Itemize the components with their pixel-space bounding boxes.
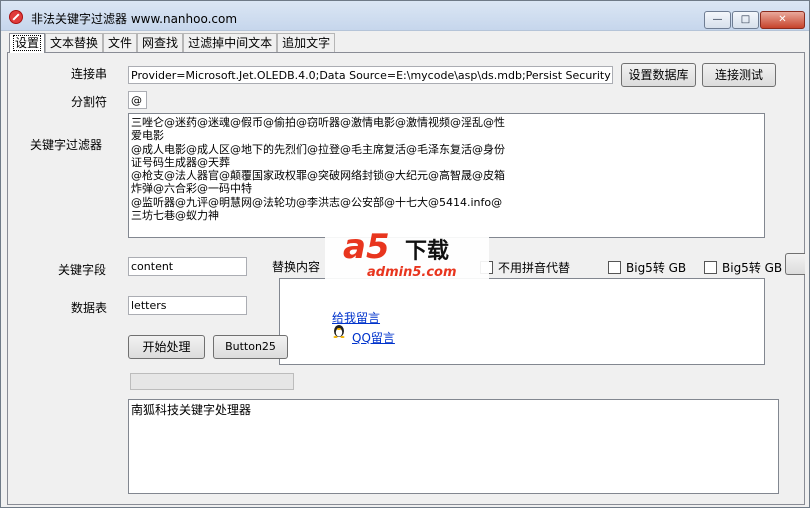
clipped-button[interactable]: [785, 253, 805, 275]
set-database-button[interactable]: 设置数据库: [621, 63, 696, 87]
keyword-line: @监听器@九评@明慧网@法轮功@李洪志@公安部@十七大@5414.info@: [131, 195, 503, 209]
watermark-logo: a5: [343, 227, 390, 267]
data-table-input[interactable]: letters: [128, 296, 247, 315]
tab-strip: 设置 文本替换 文件 网查找 过滤掉中间文本 追加文字: [9, 33, 336, 53]
big5-to-gb-label-1: Big5转 GB: [626, 261, 687, 275]
keyword-line: 炸弹@六合彩@一码中特: [131, 182, 252, 196]
output-text: 南狐科技关键字处理器: [131, 403, 252, 417]
penguin-icon: [333, 325, 345, 338]
tab-text-replace[interactable]: 文本替换: [45, 33, 104, 52]
minimize-button[interactable]: —: [704, 11, 731, 29]
no-pinyin-checkbox[interactable]: 不用拼音代替: [480, 259, 570, 276]
tab-file[interactable]: 文件: [103, 33, 138, 52]
keyword-filter-textarea[interactable]: 三唑仑@迷药@迷魂@假币@偷拍@窃听器@激情电影@激情视频@淫乱@性 爱电影 @…: [128, 113, 765, 238]
app-icon: [9, 10, 23, 24]
close-button[interactable]: ✕: [760, 11, 805, 29]
connection-string-input[interactable]: Provider=Microsoft.Jet.OLEDB.4.0;Data So…: [128, 66, 613, 84]
button25[interactable]: Button25: [213, 335, 288, 359]
no-pinyin-label: 不用拼音代替: [498, 261, 571, 275]
replace-content-label: 替换内容: [272, 260, 321, 274]
qq-message-link[interactable]: QQ留言: [352, 329, 395, 346]
separator-label: 分割符: [71, 95, 108, 109]
start-processing-button[interactable]: 开始处理: [128, 335, 205, 359]
output-textarea[interactable]: 南狐科技关键字处理器: [128, 399, 779, 494]
data-table-label: 数据表: [71, 301, 108, 315]
keyword-filter-label: 关键字过滤器: [30, 138, 103, 152]
big5-to-gb-checkbox-2[interactable]: Big5转 GB: [704, 259, 782, 276]
checkbox-box[interactable]: [704, 261, 717, 274]
tab-append-text[interactable]: 追加文字: [277, 33, 336, 52]
big5-to-gb-checkbox-1[interactable]: Big5转 GB: [608, 259, 686, 276]
window-title: 非法关键字过滤器 www.nanhoo.com: [31, 12, 238, 26]
progress-bar: [130, 373, 294, 390]
app-window: 非法关键字过滤器 www.nanhoo.com — □ ✕ 设置 文本替换 文件…: [0, 0, 810, 508]
keyword-line: 三坊七巷@蚁力神: [131, 209, 219, 223]
connection-label: 连接串: [71, 67, 108, 81]
checkbox-box[interactable]: [608, 261, 621, 274]
keyword-line: 爱电影: [131, 129, 164, 143]
keyword-line: @成人电影@成人区@地下的先烈们@拉登@毛主席复活@毛泽东复活@身份: [131, 142, 505, 156]
watermark: a5 下载 admin5.com: [325, 225, 489, 287]
maximize-button[interactable]: □: [732, 11, 759, 29]
keyword-field-label: 关键字段: [58, 263, 107, 277]
keyword-field-input[interactable]: content: [128, 257, 247, 276]
keyword-line: 证号码生成器@天葬: [131, 155, 230, 169]
keyword-line: 三唑仑@迷药@迷魂@假币@偷拍@窃听器@激情电影@激情视频@淫乱@性: [131, 116, 505, 129]
separator-input[interactable]: @: [128, 91, 147, 109]
watermark-site: admin5.com: [367, 265, 457, 280]
watermark-xz: 下载: [405, 239, 450, 264]
tab-web-search[interactable]: 网查找: [137, 33, 184, 52]
big5-to-gb-label-2: Big5转 GB: [722, 261, 783, 275]
title-bar: 非法关键字过滤器 www.nanhoo.com — □ ✕: [1, 1, 809, 31]
test-connection-button[interactable]: 连接测试: [702, 63, 776, 87]
keyword-line: @枪支@法人器官@颠覆国家政权罪@突破网络封锁@大纪元@高智晟@皮箱: [131, 169, 505, 183]
tab-settings[interactable]: 设置: [9, 33, 46, 53]
tab-filter-middle-text[interactable]: 过滤掉中间文本: [183, 33, 278, 52]
